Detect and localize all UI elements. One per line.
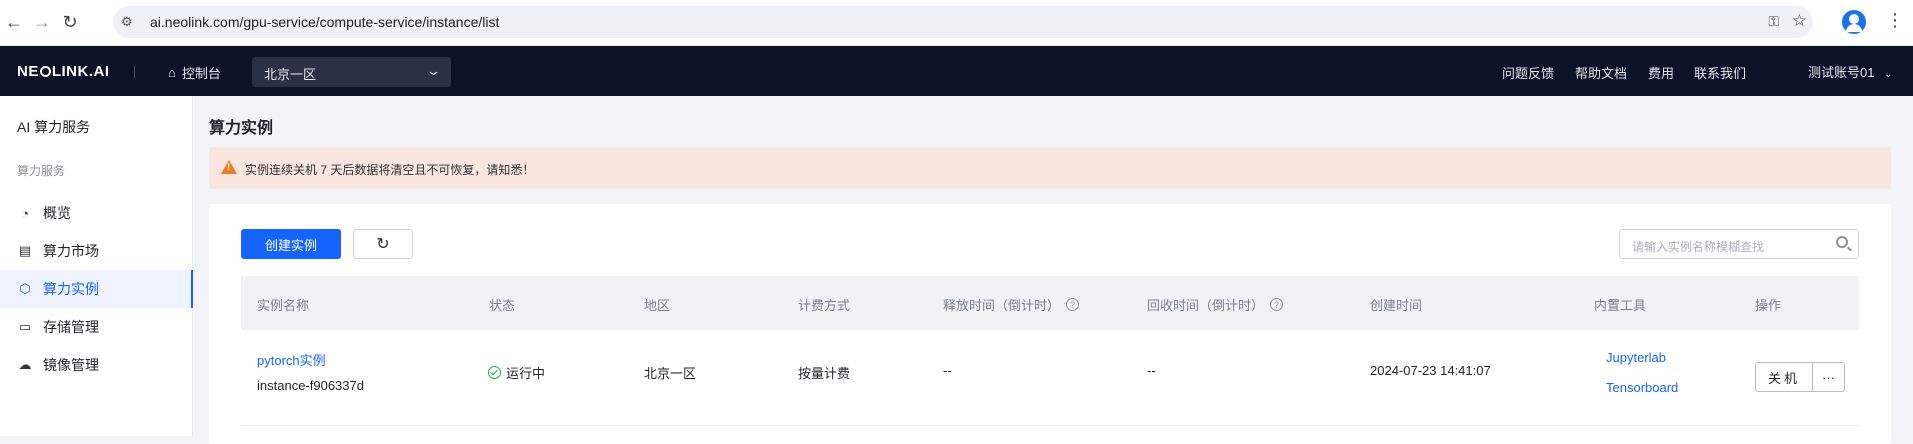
region-cell: 北京一区 [644, 366, 697, 381]
status-text: 运行中 [506, 366, 546, 381]
sidebar-title: AI 算力服务 [17, 119, 91, 135]
recycle-time-cell: -- [1147, 363, 1156, 378]
chevron-down-icon: ⌄ [1884, 69, 1893, 80]
created-time-cell: 2024-07-23 14:41:07 [1370, 363, 1491, 378]
account-menu[interactable]: 测试账号01 ⌄ [1808, 62, 1892, 81]
account-name: 测试账号01 [1808, 65, 1875, 80]
sidebar-item-label: 存储管理 [43, 319, 99, 335]
column-header: 地区 [644, 298, 671, 313]
sidebar-item-instances[interactable]: ⬡ 算力实例 [0, 270, 193, 308]
instance-id: instance-f906337d [257, 378, 364, 393]
tool-link-jupyterlab[interactable]: Jupyterlab [1606, 350, 1666, 365]
browser-menu-icon[interactable]: ⋮ [1886, 10, 1904, 31]
sidebar-group-label: 算力服务 [17, 164, 66, 178]
column-header: 状态 [489, 298, 516, 313]
nav-contact[interactable]: 联系我们 [1694, 63, 1746, 82]
table-header: 实例名称 状态 地区 计费方式 释放时间（倒计时） ? 回收时间（倒计时） ? … [241, 276, 1859, 330]
warning-icon [221, 160, 237, 174]
column-header-label: 释放时间（倒计时） [943, 298, 1061, 313]
nav-billing[interactable]: 费用 [1648, 63, 1674, 82]
instance-list-card: 创建实例 ↻ 请输入实例名称模糊查找 实例名称 状态 地区 计费方式 释放时间（… [209, 204, 1891, 444]
column-header: 创建时间 [1370, 298, 1423, 313]
forward-arrow-icon[interactable]: → [30, 10, 54, 34]
alert-message: 实例连续关机 7 天后数据将清空且不可恢复，请知悉！ [245, 163, 535, 177]
table-row: pytorch实例 instance-f906337d 运行中 北京一区 按量计… [241, 330, 1859, 426]
help-icon[interactable]: ? [1270, 298, 1284, 311]
warning-alert: 实例连续关机 7 天后数据将清空且不可恢复，请知悉！ [209, 147, 1891, 189]
console-label: 控制台 [181, 66, 221, 81]
header-divider [134, 66, 135, 78]
bookmark-star-icon[interactable]: ☆ [1792, 11, 1807, 31]
image-icon: ☁ [18, 357, 32, 372]
app-header: NE LINK.AI ⌂ 控制台 北京一区 ⌄ 问题反馈 帮助文档 费用 联系我们… [0, 46, 1913, 96]
instance-name-link[interactable]: pytorch实例 [257, 350, 326, 369]
storage-icon: ▭ [18, 319, 32, 334]
sidebar-item-label: 镜像管理 [43, 357, 99, 373]
help-icon[interactable]: ? [1066, 298, 1080, 311]
more-actions-button[interactable]: ··· [1813, 362, 1845, 392]
shutdown-button[interactable]: 关机 [1755, 362, 1813, 392]
sidebar-item-label: 算力市场 [43, 243, 99, 259]
sidebar: AI 算力服务 算力服务 ◔ 概览 ▤ 算力市场 ⬡ 算力实例 ▭ 存储管理 ☁… [0, 96, 193, 436]
column-header: 操作 [1755, 298, 1782, 313]
check-circle-icon [488, 366, 501, 379]
column-header-release: 释放时间（倒计时） ? [943, 295, 1080, 314]
reload-icon[interactable]: ↻ [58, 10, 82, 34]
refresh-icon: ↻ [376, 236, 390, 253]
back-arrow-icon[interactable]: ← [2, 10, 26, 34]
page-title: 算力实例 [209, 120, 274, 137]
logo[interactable]: NE LINK.AI [17, 63, 110, 80]
search-placeholder: 请输入实例名称模糊查找 [1632, 240, 1765, 254]
sidebar-item-storage[interactable]: ▭ 存储管理 [0, 308, 193, 346]
search-icon[interactable] [1836, 236, 1848, 248]
sidebar-item-label: 概览 [43, 205, 71, 221]
row-actions: 关机 ··· [1755, 362, 1845, 392]
column-header-label: 回收时间（倒计时） [1147, 298, 1265, 313]
key-icon[interactable]: ⚿ [1768, 13, 1779, 30]
column-header: 内置工具 [1594, 298, 1647, 313]
browser-toolbar: ← → ↻ ⚙ ai.neolink.com/gpu-service/compu… [0, 0, 1913, 46]
column-header: 计费方式 [798, 298, 851, 313]
search-input[interactable]: 请输入实例名称模糊查找 [1619, 229, 1859, 259]
region-select[interactable]: 北京一区 ⌄ [252, 57, 451, 87]
column-header: 实例名称 [257, 298, 310, 313]
address-bar[interactable]: ⚙ ai.neolink.com/gpu-service/compute-ser… [113, 6, 1813, 38]
url-text[interactable]: ai.neolink.com/gpu-service/compute-servi… [150, 14, 499, 30]
refresh-button[interactable]: ↻ [353, 229, 413, 259]
instance-icon: ⬡ [19, 281, 31, 296]
create-instance-button[interactable]: 创建实例 [241, 229, 341, 259]
column-header-recycle: 回收时间（倒计时） ? [1147, 295, 1284, 314]
store-icon: ▤ [18, 243, 32, 258]
home-icon: ⌂ [168, 65, 176, 80]
status-badge: 运行中 [488, 363, 545, 382]
profile-avatar-icon[interactable] [1842, 10, 1866, 34]
sidebar-item-label: 算力实例 [43, 281, 99, 297]
console-link[interactable]: ⌂ 控制台 [168, 63, 221, 82]
sidebar-item-overview[interactable]: ◔ 概览 [0, 194, 193, 232]
tool-link-tensorboard[interactable]: Tensorboard [1606, 380, 1678, 395]
nav-docs[interactable]: 帮助文档 [1575, 63, 1627, 82]
release-time-cell: -- [943, 363, 952, 378]
chevron-down-icon: ⌄ [425, 63, 442, 78]
region-value: 北京一区 [264, 67, 317, 82]
site-info-icon[interactable]: ⚙ [121, 14, 133, 30]
sidebar-item-images[interactable]: ☁ 镜像管理 [0, 346, 193, 384]
billing-cell: 按量计费 [798, 366, 851, 381]
nav-feedback[interactable]: 问题反馈 [1502, 63, 1554, 82]
sidebar-item-market[interactable]: ▤ 算力市场 [0, 232, 193, 270]
dashboard-icon: ◔ [21, 205, 29, 221]
